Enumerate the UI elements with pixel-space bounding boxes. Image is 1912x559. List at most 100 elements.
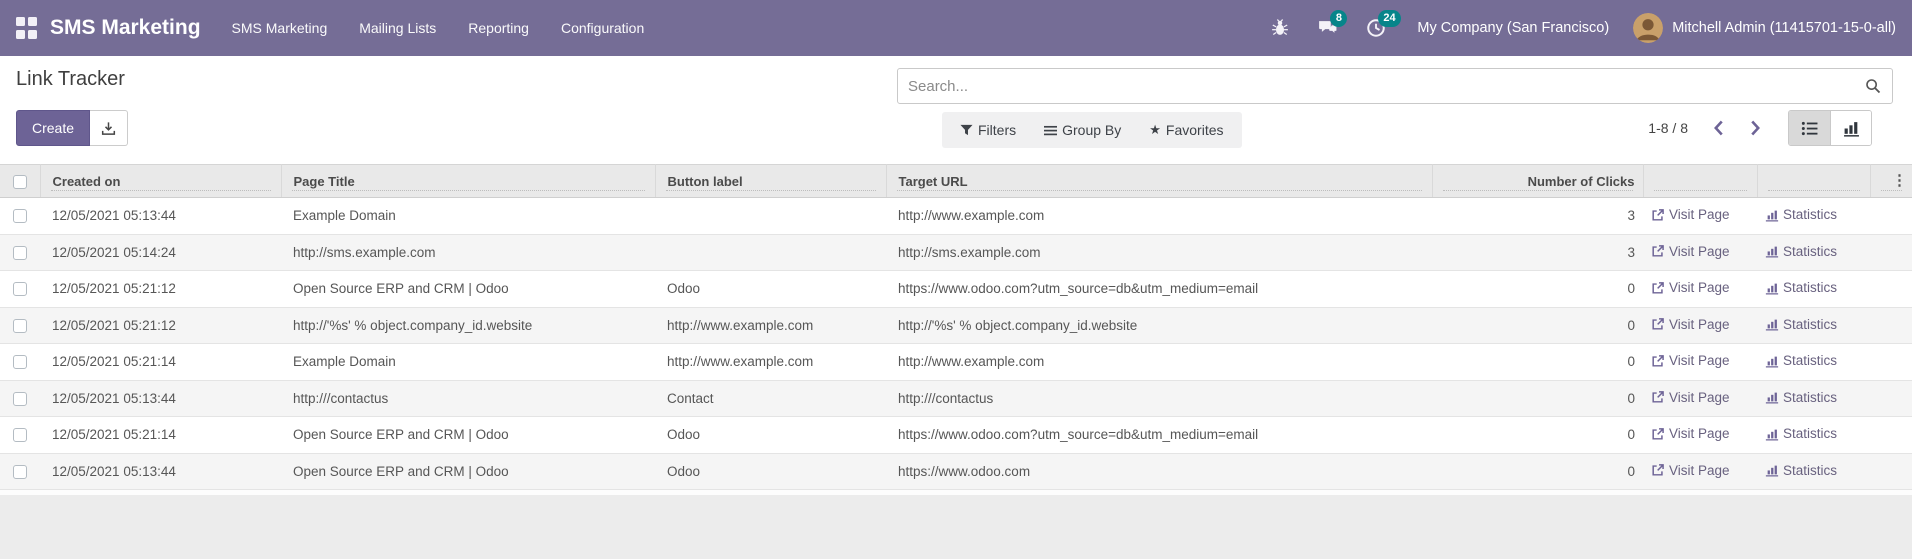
statistics-link[interactable]: Statistics: [1765, 390, 1837, 405]
visit-page-link[interactable]: Visit Page: [1651, 426, 1730, 441]
row-checkbox[interactable]: [13, 355, 27, 369]
menu-configuration[interactable]: Configuration: [561, 20, 644, 36]
external-link-icon: [1651, 244, 1665, 258]
graph-view-button[interactable]: [1830, 111, 1871, 145]
list-view-button[interactable]: [1789, 111, 1830, 145]
row-checkbox[interactable]: [13, 246, 27, 260]
visit-page-link[interactable]: Visit Page: [1651, 353, 1730, 368]
cell-filler: [1870, 307, 1912, 344]
column-options-cell: ⋮: [1870, 165, 1912, 198]
table-row[interactable]: 12/05/2021 05:21:12 http://'%s' % object…: [0, 307, 1912, 344]
filters-button[interactable]: Filters: [960, 122, 1016, 138]
column-header-button-label[interactable]: Button label: [655, 165, 886, 198]
external-link-icon: [1651, 354, 1665, 368]
visit-page-link[interactable]: Visit Page: [1651, 280, 1730, 295]
visit-page-link[interactable]: Visit Page: [1651, 390, 1730, 405]
cell-visit-page: Visit Page: [1643, 344, 1757, 381]
control-panel: Link Tracker Create Filters: [0, 56, 1912, 164]
statistics-link[interactable]: Statistics: [1765, 463, 1837, 478]
statistics-link[interactable]: Statistics: [1765, 207, 1837, 222]
cell-button-label: Odoo: [655, 453, 886, 490]
cell-filler: [1870, 344, 1912, 381]
column-header-number-of-clicks[interactable]: Number of Clicks: [1432, 165, 1643, 198]
page-footer-area: [0, 490, 1912, 559]
search-input[interactable]: [897, 68, 1893, 104]
cell-statistics: Statistics: [1757, 271, 1870, 308]
row-checkbox[interactable]: [13, 319, 27, 333]
visit-page-link[interactable]: Visit Page: [1651, 244, 1730, 259]
cell-created-on: 12/05/2021 05:14:24: [40, 234, 281, 271]
column-header-created-on[interactable]: Created on: [40, 165, 281, 198]
cell-number-of-clicks: 0: [1432, 344, 1643, 381]
cell-statistics: Statistics: [1757, 344, 1870, 381]
cell-created-on: 12/05/2021 05:13:44: [40, 198, 281, 235]
column-header-page-title[interactable]: Page Title: [281, 165, 655, 198]
table-row[interactable]: 12/05/2021 05:13:44 Example Domain http:…: [0, 198, 1912, 235]
column-header-visit-page: [1643, 165, 1757, 198]
table-row[interactable]: 12/05/2021 05:21:14 Example Domain http:…: [0, 344, 1912, 381]
cell-target-url: http://www.example.com: [886, 198, 1432, 235]
cell-visit-page: Visit Page: [1643, 271, 1757, 308]
row-checkbox[interactable]: [13, 209, 27, 223]
menu-reporting[interactable]: Reporting: [468, 20, 529, 36]
row-checkbox[interactable]: [13, 465, 27, 479]
apps-menu-icon[interactable]: [16, 17, 38, 39]
favorites-button[interactable]: ★ Favorites: [1149, 122, 1223, 138]
row-checkbox[interactable]: [13, 428, 27, 442]
table-row[interactable]: 12/05/2021 05:14:24 http://sms.example.c…: [0, 234, 1912, 271]
pager-previous-button[interactable]: [1712, 119, 1725, 137]
statistics-link[interactable]: Statistics: [1765, 353, 1837, 368]
row-checkbox[interactable]: [13, 392, 27, 406]
visit-page-link[interactable]: Visit Page: [1651, 317, 1730, 332]
table-row[interactable]: 12/05/2021 05:13:44 http:///contactus Co…: [0, 380, 1912, 417]
user-menu[interactable]: Mitchell Admin (11415701-15-0-all): [1672, 20, 1896, 36]
table-row[interactable]: 12/05/2021 05:21:14 Open Source ERP and …: [0, 417, 1912, 454]
debug-bug-icon[interactable]: [1269, 17, 1291, 39]
statistics-link[interactable]: Statistics: [1765, 280, 1837, 295]
statistics-link[interactable]: Statistics: [1765, 426, 1837, 441]
cell-target-url: https://www.odoo.com?utm_source=db&utm_m…: [886, 417, 1432, 454]
external-link-icon: [1651, 463, 1665, 477]
visit-page-link[interactable]: Visit Page: [1651, 207, 1730, 222]
visit-page-link[interactable]: Visit Page: [1651, 463, 1730, 478]
cell-target-url: http://www.example.com: [886, 344, 1432, 381]
app-brand-title[interactable]: SMS Marketing: [50, 16, 201, 40]
cell-page-title: Example Domain: [281, 344, 655, 381]
cell-created-on: 12/05/2021 05:13:44: [40, 380, 281, 417]
column-header-statistics: [1757, 165, 1870, 198]
statistics-link[interactable]: Statistics: [1765, 244, 1837, 259]
cell-statistics: Statistics: [1757, 198, 1870, 235]
select-all-checkbox[interactable]: [13, 175, 27, 189]
row-checkbox[interactable]: [13, 282, 27, 296]
cell-number-of-clicks: 0: [1432, 380, 1643, 417]
activities-count-badge: 24: [1378, 10, 1400, 27]
cell-visit-page: Visit Page: [1643, 198, 1757, 235]
company-switcher[interactable]: My Company (San Francisco): [1417, 20, 1609, 36]
table-row[interactable]: 12/05/2021 05:21:12 Open Source ERP and …: [0, 271, 1912, 308]
bar-chart-icon: [1765, 354, 1779, 368]
cell-visit-page: Visit Page: [1643, 380, 1757, 417]
column-header-target-url[interactable]: Target URL: [886, 165, 1432, 198]
group-by-button[interactable]: Group By: [1044, 122, 1121, 138]
view-switcher: [1788, 110, 1872, 146]
pager-next-button[interactable]: [1749, 119, 1762, 137]
external-link-icon: [1651, 208, 1665, 222]
export-button[interactable]: [90, 110, 128, 146]
menu-mailing-lists[interactable]: Mailing Lists: [359, 20, 436, 36]
table-row[interactable]: 12/05/2021 05:13:44 Open Source ERP and …: [0, 453, 1912, 490]
statistics-link[interactable]: Statistics: [1765, 317, 1837, 332]
activities-clock-icon[interactable]: 24: [1365, 17, 1387, 39]
pager-and-views: 1-8 / 8: [1648, 110, 1872, 146]
messages-icon[interactable]: 8: [1317, 17, 1339, 39]
list-view-icon: [1801, 120, 1818, 137]
cell-button-label: [655, 234, 886, 271]
column-options-toggle-icon[interactable]: ⋮: [1892, 173, 1907, 189]
search-icon[interactable]: [1865, 78, 1881, 94]
avatar[interactable]: [1633, 13, 1663, 43]
create-button[interactable]: Create: [16, 110, 90, 146]
download-icon: [101, 121, 116, 136]
cell-page-title: Open Source ERP and CRM | Odoo: [281, 453, 655, 490]
cell-target-url: https://www.odoo.com?utm_source=db&utm_m…: [886, 271, 1432, 308]
pager-range[interactable]: 1-8 / 8: [1648, 120, 1688, 136]
menu-sms-marketing[interactable]: SMS Marketing: [232, 20, 328, 36]
